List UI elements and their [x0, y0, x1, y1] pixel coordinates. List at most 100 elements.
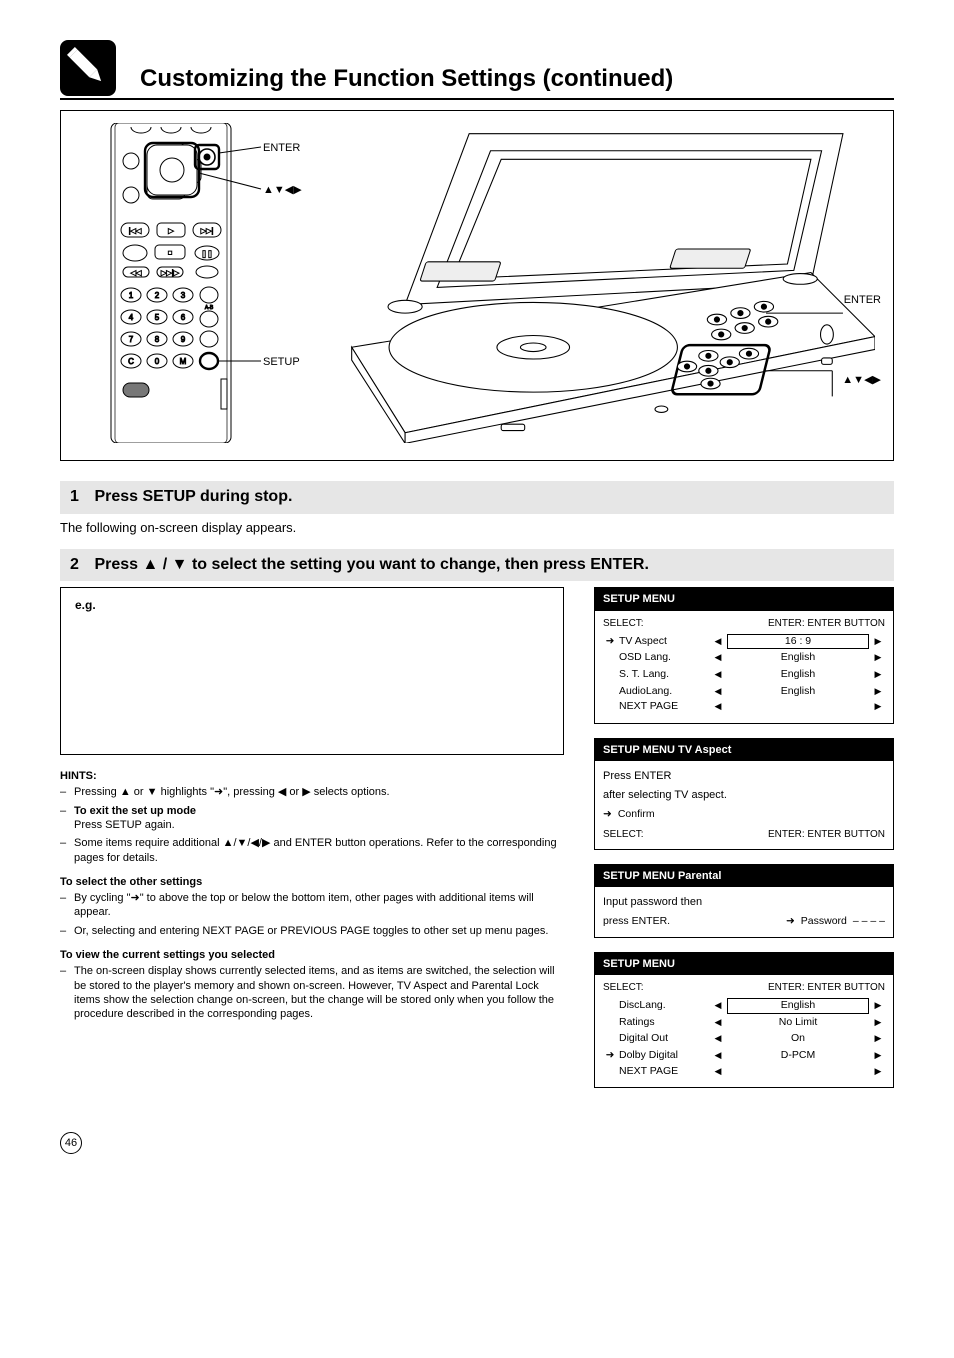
hint-2-title: To exit the set up mode	[74, 805, 196, 817]
hint-3-text: Some items require additional ▲/▼/◀/▶ an…	[74, 836, 564, 865]
osd2-msg2: after selecting TV aspect.	[603, 786, 885, 804]
right-column: SETUP MENU SELECT: ENTER: ENTER BUTTON ➜…	[594, 587, 894, 1102]
hint-6-text: The on-screen display shows currently se…	[74, 964, 564, 1021]
triangle-left-icon	[711, 636, 725, 648]
example-osd-placeholder	[75, 620, 549, 740]
callout-enter-player: ENTER	[844, 293, 881, 307]
osd2-msg1: Press ENTER	[603, 767, 885, 785]
hint-4-text: By cycling "➜" to above the top or below…	[74, 891, 564, 920]
osd4-row-3: ➜ Dolby Digital D-PCM	[603, 1048, 885, 1064]
hints-title: HINTS:	[60, 769, 564, 783]
osd4-row-1: Ratings No Limit	[603, 1015, 885, 1031]
svg-text:▶: ▶	[168, 228, 174, 235]
svg-text:◀◀: ◀◀	[131, 270, 142, 277]
triangle-right-icon	[871, 1017, 885, 1029]
svg-text:9: 9	[181, 335, 186, 344]
triangle-right-icon	[871, 669, 885, 681]
step-2-bar: 2 Press ▲ / ▼ to select the setting you …	[60, 549, 894, 582]
triangle-right-icon	[871, 686, 885, 698]
page-footer: 46	[60, 1132, 894, 1154]
osd1-row-4: NEXT PAGE	[603, 700, 885, 714]
osd4-toprow-left: SELECT:	[603, 981, 644, 994]
svg-text:5: 5	[155, 313, 160, 322]
triangle-left-icon	[711, 686, 725, 698]
hint-1-text: Pressing ▲ or ▼ highlights "➜", pressing…	[74, 785, 564, 799]
hints-subhead-2: To view the current settings you selecte…	[60, 948, 564, 962]
svg-text:M: M	[180, 357, 187, 366]
triangle-left-icon	[711, 1000, 725, 1012]
step-2-columns: e.g. HINTS: – Pressing ▲ or ▼ highlights…	[60, 587, 894, 1102]
osd4-row-2: Digital Out On	[603, 1031, 885, 1047]
osd-panel-3: SETUP MENU Parental Input password then …	[594, 864, 894, 938]
osd3-header: SETUP MENU Parental	[595, 865, 893, 887]
osd3-msg: Input password then	[603, 893, 885, 911]
osd4-header: SETUP MENU	[595, 953, 893, 975]
svg-text:C: C	[128, 357, 134, 366]
osd3-password-row: press ENTER. ➜ Password – – – –	[603, 915, 885, 929]
osd4-row-0: DiscLang. English	[603, 998, 885, 1014]
triangle-right-icon	[871, 1050, 885, 1062]
hint-5-text: Or, selecting and entering NEXT PAGE or …	[74, 924, 564, 938]
hint-2-body: Press SETUP again.	[74, 819, 175, 831]
triangle-left-icon	[711, 1017, 725, 1029]
callout-enter-remote: ENTER	[263, 141, 300, 155]
osd1-toprow-right: ENTER: ENTER BUTTON	[768, 617, 885, 630]
osd1-row-1: OSD Lang. English	[603, 650, 885, 666]
svg-text:❚❚: ❚❚	[201, 250, 213, 258]
hint-bullet-5: – Or, selecting and entering NEXT PAGE o…	[60, 924, 564, 938]
svg-text:7: 7	[129, 335, 134, 344]
osd4-toprow-right: ENTER: ENTER BUTTON	[768, 981, 885, 994]
triangle-right-icon	[871, 652, 885, 664]
triangle-left-icon	[711, 1066, 725, 1078]
triangle-left-icon	[711, 701, 725, 713]
triangle-right-icon	[871, 1066, 885, 1078]
osd1-toprow-left: SELECT:	[603, 617, 644, 630]
page-title: Customizing the Function Settings (conti…	[140, 63, 673, 94]
osd1-row-2: S. T. Lang. English	[603, 667, 885, 683]
step-2-title: Press ▲ / ▼ to select the setting you wa…	[94, 556, 648, 573]
osd-panel-2: SETUP MENU TV Aspect Press ENTER after s…	[594, 738, 894, 850]
svg-text:4: 4	[129, 313, 134, 322]
triangle-right-icon	[871, 1033, 885, 1045]
step-1-bar: 1 Press SETUP during stop.	[60, 481, 894, 514]
svg-text:1: 1	[129, 291, 134, 300]
svg-text:▶▶|: ▶▶|	[201, 228, 214, 235]
osd1-header: SETUP MENU	[595, 588, 893, 610]
hint-bullet-3: – Some items require additional ▲/▼/◀/▶ …	[60, 836, 564, 865]
svg-text:▶▶|▶: ▶▶|▶	[161, 270, 180, 277]
svg-text:A-B: A-B	[205, 305, 214, 311]
triangle-right-icon	[871, 636, 885, 648]
callout-setup-remote: SETUP	[263, 355, 300, 369]
triangle-left-icon	[711, 1050, 725, 1062]
hint-bullet-2: – To exit the set up mode Press SETUP ag…	[60, 804, 564, 833]
callout-dirs-player: ▲▼◀▶	[842, 373, 881, 387]
svg-text:8: 8	[155, 335, 160, 344]
left-column: e.g. HINTS: – Pressing ▲ or ▼ highlights…	[60, 587, 564, 1025]
remote-illustration: |◀◀ ▶ ▶▶| ■ ❚❚ ◀◀ ▶▶|▶ 1 2	[91, 123, 311, 448]
osd4-row-4: NEXT PAGE	[603, 1065, 885, 1079]
triangle-left-icon	[711, 669, 725, 681]
osd-panel-4: SETUP MENU SELECT: ENTER: ENTER BUTTON D…	[594, 952, 894, 1089]
triangle-right-icon	[871, 1000, 885, 1012]
svg-text:0: 0	[155, 357, 160, 366]
osd1-row-0: ➜ TV Aspect 16 : 9	[603, 634, 885, 650]
example-label: e.g.	[75, 598, 549, 614]
hint-bullet-6: – The on-screen display shows currently …	[60, 964, 564, 1021]
hints-subhead-1: To select the other settings	[60, 875, 564, 889]
example-box: e.g.	[60, 587, 564, 755]
osd-panel-1: SETUP MENU SELECT: ENTER: ENTER BUTTON ➜…	[594, 587, 894, 724]
triangle-left-icon	[711, 1033, 725, 1045]
triangle-left-icon	[711, 652, 725, 664]
osd2-confirm-row: ➜ Confirm	[603, 808, 885, 822]
hint-bullet-1: – Pressing ▲ or ▼ highlights "➜", pressi…	[60, 785, 564, 799]
step-1-body: The following on-screen display appears.	[60, 520, 894, 537]
player-illustration: ENTER ▲▼◀▶	[341, 123, 875, 448]
step-1-number: 1	[70, 487, 90, 508]
osd2-caption: SELECT: ENTER: ENTER BUTTON	[603, 828, 885, 841]
step-1-title: Press SETUP during stop.	[94, 488, 292, 505]
svg-text:■: ■	[168, 250, 172, 257]
step-2-number: 2	[70, 555, 90, 576]
osd1-row-3: AudioLang. English	[603, 684, 885, 700]
svg-text:3: 3	[181, 291, 186, 300]
triangle-right-icon	[871, 701, 885, 713]
